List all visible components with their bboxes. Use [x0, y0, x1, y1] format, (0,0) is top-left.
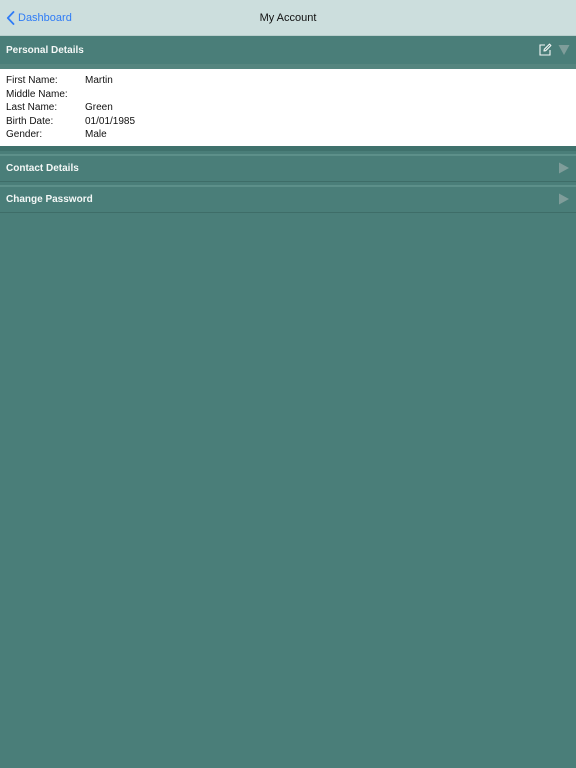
- section-header-contact-details[interactable]: Contact Details: [0, 154, 576, 182]
- field-row-last-name: Last Name: Green: [6, 101, 570, 115]
- section-title-change-password: Change Password: [6, 193, 93, 205]
- field-value: Green: [85, 102, 113, 113]
- field-row-middle-name: Middle Name:: [6, 88, 570, 102]
- field-label: Middle Name:: [6, 88, 68, 100]
- section-title-personal-details: Personal Details: [6, 44, 84, 56]
- section-header-personal-details[interactable]: Personal Details: [0, 36, 576, 69]
- edit-icon[interactable]: [538, 43, 552, 57]
- triangle-down-icon[interactable]: [558, 44, 570, 56]
- section-header-change-password[interactable]: Change Password: [0, 185, 576, 213]
- field-value: 01/01/1985: [85, 115, 136, 127]
- field-label: Birth Date:: [6, 115, 54, 127]
- field-value: Martin: [85, 75, 113, 86]
- field-label: Gender:: [6, 129, 43, 140]
- field-label: First Name:: [6, 75, 58, 86]
- field-label: Last Name:: [6, 102, 58, 113]
- triangle-right-icon: [559, 193, 569, 205]
- section-title-contact-details: Contact Details: [6, 162, 79, 174]
- field-value: Male: [85, 129, 107, 140]
- triangle-right-icon: [559, 162, 569, 174]
- personal-details-panel: First Name: Martin Middle Name: Last Nam…: [0, 69, 576, 151]
- navigation-bar: Dashboard My Account: [0, 0, 576, 36]
- field-row-gender: Gender: Male: [6, 128, 570, 142]
- field-row-birth-date: Birth Date: 01/01/1985: [6, 115, 570, 129]
- field-row-first-name: First Name: Martin: [6, 74, 570, 88]
- page-title: My Account: [259, 12, 317, 24]
